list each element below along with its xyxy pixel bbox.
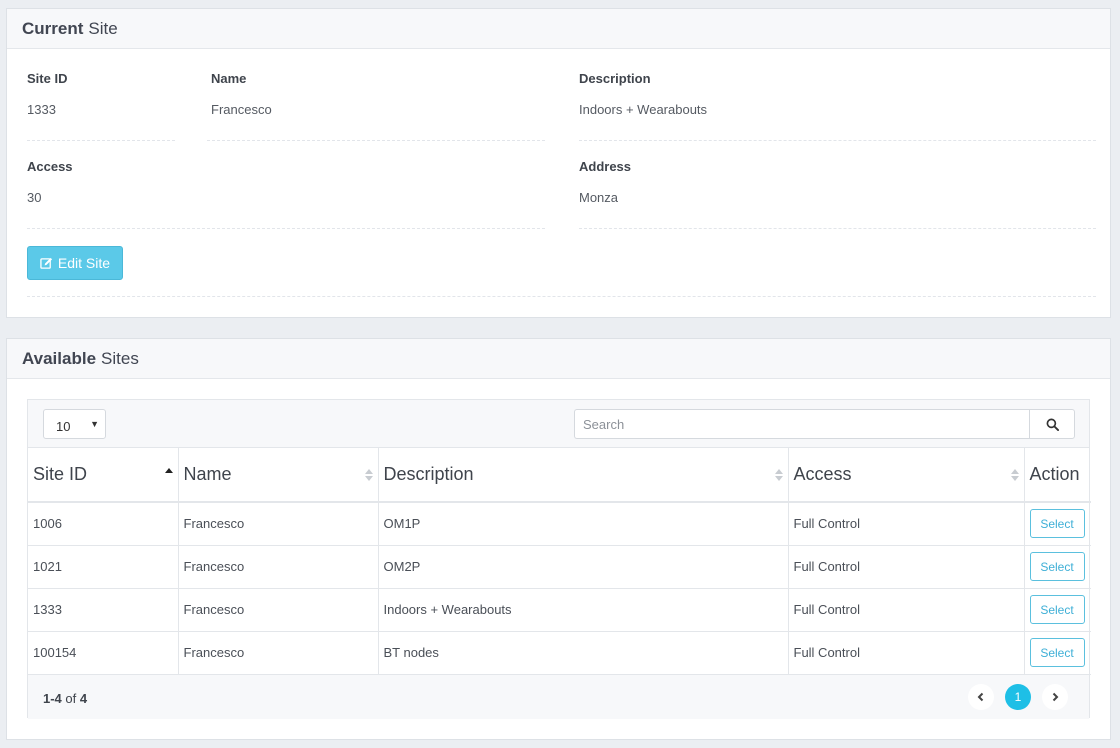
- cell-access: Full Control: [788, 545, 1025, 589]
- next-page-button[interactable]: [1042, 683, 1068, 710]
- address-field: Address Monza: [579, 159, 631, 205]
- pagination-summary: 1-4 of 4: [43, 691, 87, 706]
- column-header-name[interactable]: Name: [178, 448, 379, 503]
- prev-page-button[interactable]: [968, 683, 994, 710]
- divider: [579, 228, 1096, 229]
- summary-range: 1-4: [43, 690, 62, 706]
- cell-action: Select: [1024, 588, 1091, 632]
- address-label: Address: [579, 159, 632, 174]
- summary-total: 4: [79, 690, 88, 706]
- select-site-button[interactable]: Select: [1029, 638, 1085, 667]
- current-site-title-strong: Current: [22, 18, 84, 38]
- cell-access: Full Control: [788, 631, 1025, 675]
- table-row: 1021 Francesco OM2P Full Control Select: [28, 545, 1091, 589]
- cell-access: Full Control: [788, 502, 1025, 546]
- cell-description: BT nodes: [378, 631, 789, 675]
- access-field: Access 30: [27, 159, 73, 205]
- cell-name: Francesco: [178, 545, 379, 589]
- divider: [27, 140, 175, 141]
- sites-table-container: 10 ▼ Site ID: [27, 399, 1091, 719]
- cell-action: Select: [1024, 631, 1091, 675]
- divider: [27, 296, 1096, 297]
- table-row: 1333 Francesco Indoors + Wearabouts Full…: [28, 588, 1091, 632]
- access-value: 30: [27, 190, 42, 205]
- edit-site-button[interactable]: Edit Site: [27, 246, 123, 280]
- select-site-button[interactable]: Select: [1029, 552, 1085, 581]
- access-label: Access: [27, 159, 73, 174]
- description-field: Description Indoors + Wearabouts: [579, 71, 707, 117]
- sort-asc-icon: [164, 468, 173, 473]
- cell-description: OM1P: [378, 502, 789, 546]
- page-size-value: 10: [56, 419, 71, 434]
- column-header-access[interactable]: Access: [788, 448, 1025, 503]
- column-header-label: Description: [383, 464, 474, 484]
- column-header-label: Access: [793, 464, 852, 484]
- name-label: Name: [211, 71, 247, 86]
- address-value: Monza: [579, 190, 619, 205]
- divider: [27, 228, 545, 229]
- search-icon: [1046, 418, 1059, 431]
- cell-description: Indoors + Wearabouts: [378, 588, 789, 632]
- column-header-action: Action: [1024, 448, 1091, 503]
- select-site-button[interactable]: Select: [1029, 595, 1085, 624]
- available-sites-title-rest: Sites: [101, 348, 139, 368]
- column-header-label: Action: [1029, 464, 1080, 484]
- cell-name: Francesco: [178, 502, 379, 546]
- description-value: Indoors + Wearabouts: [579, 102, 708, 117]
- cell-name: Francesco: [178, 588, 379, 632]
- chevron-right-icon: [1052, 692, 1059, 701]
- name-value: Francesco: [211, 102, 272, 117]
- summary-of: of: [65, 690, 77, 706]
- column-header-label: Name: [183, 464, 232, 484]
- cell-site-id: 1021: [28, 545, 179, 589]
- available-sites-title-strong: Available: [22, 348, 97, 368]
- sites-table: Site ID Name Description Access Action 1…: [28, 448, 1091, 675]
- available-sites-panel: Available Sites 10 ▼ Search Site ID Name…: [6, 338, 1111, 740]
- sort-icon: [364, 469, 373, 481]
- table-footer: 1-4 of 4 1: [28, 674, 1089, 719]
- site-id-label: Site ID: [27, 71, 68, 86]
- page-size-select[interactable]: 10 ▼: [43, 409, 106, 439]
- cell-action: Select: [1024, 545, 1091, 589]
- divider: [207, 140, 545, 141]
- cell-name: Francesco: [178, 631, 379, 675]
- table-header-row: Site ID Name Description Access Action: [28, 448, 1091, 503]
- select-site-button[interactable]: Select: [1029, 509, 1085, 539]
- current-site-header: Current Site: [7, 9, 1110, 49]
- name-field: Name Francesco: [211, 71, 272, 117]
- caret-down-icon: ▼: [90, 419, 99, 429]
- edit-site-label: Edit Site: [57, 255, 111, 271]
- cell-description: OM2P: [378, 545, 789, 589]
- site-id-value: 1333: [27, 102, 56, 117]
- available-sites-header: Available Sites: [7, 339, 1110, 379]
- edit-icon: [40, 257, 52, 269]
- column-header-label: Site ID: [33, 464, 88, 484]
- cell-action: Select: [1024, 502, 1091, 546]
- table-row: 1006 Francesco OM1P Full Control Select: [28, 502, 1091, 546]
- current-site-title-rest: Site: [88, 18, 118, 38]
- chevron-left-icon: [977, 692, 984, 701]
- site-id-field: Site ID 1333: [27, 71, 67, 117]
- description-label: Description: [579, 71, 651, 86]
- table-toolbar: 10 ▼: [28, 400, 1089, 448]
- cell-site-id: 1333: [28, 588, 179, 632]
- sort-icon: [1010, 469, 1019, 481]
- search-button[interactable]: [1029, 409, 1075, 439]
- column-header-description[interactable]: Description: [378, 448, 789, 503]
- cell-site-id: 100154: [28, 631, 179, 675]
- sort-icon: [774, 469, 783, 481]
- page-button-current[interactable]: 1: [1005, 683, 1031, 710]
- current-site-panel: Current Site Site ID 1333 Name Francesco…: [6, 8, 1111, 318]
- table-row: 100154 Francesco BT nodes Full Control S…: [28, 631, 1091, 675]
- divider: [579, 140, 1096, 141]
- search-input[interactable]: [574, 409, 1030, 439]
- column-header-site-id[interactable]: Site ID: [28, 448, 179, 503]
- cell-access: Full Control: [788, 588, 1025, 632]
- cell-site-id: 1006: [28, 502, 179, 546]
